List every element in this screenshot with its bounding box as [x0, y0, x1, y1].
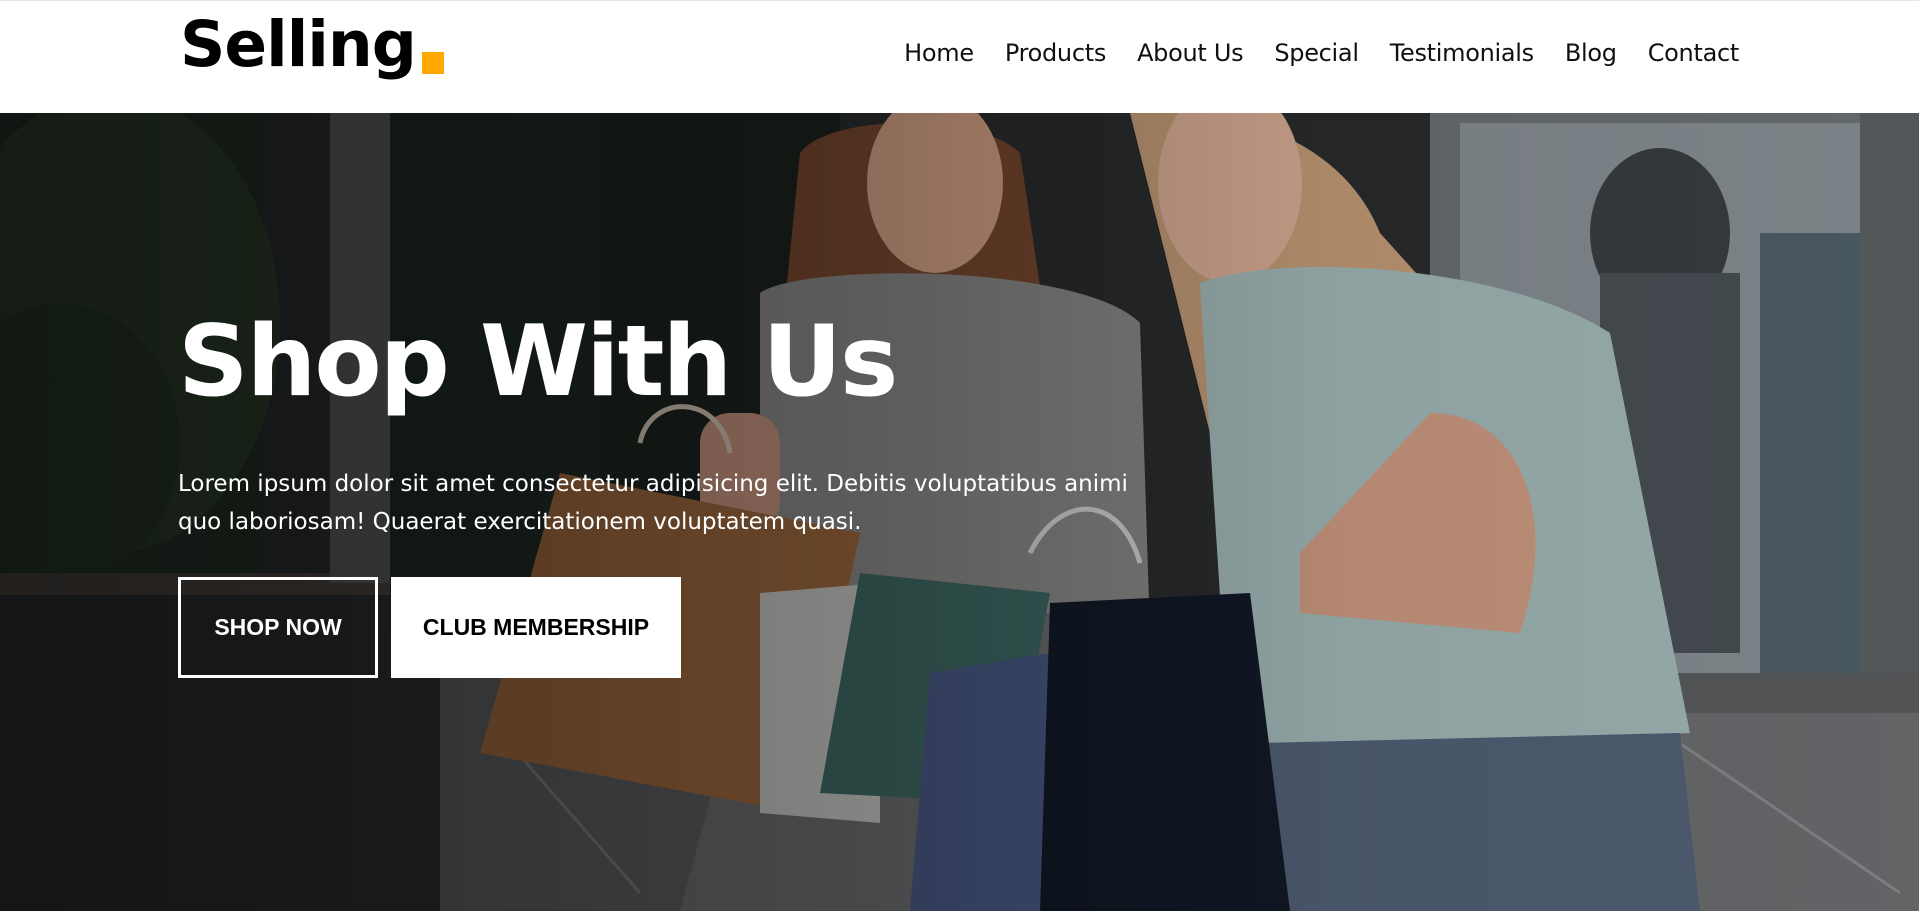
nav-products[interactable]: Products — [1005, 39, 1107, 67]
hero-title: Shop With Us — [178, 305, 898, 419]
brand-logo[interactable]: Selling — [180, 13, 444, 76]
main-nav: Home Products About Us Special Testimoni… — [904, 39, 1739, 67]
hero-section: Shop With Us Lorem ipsum dolor sit amet … — [0, 113, 1919, 911]
shop-now-button[interactable]: SHOP NOW — [178, 577, 378, 678]
hero-buttons: SHOP NOW CLUB MEMBERSHIP — [178, 577, 1158, 678]
hero-content: Shop With Us Lorem ipsum dolor sit amet … — [178, 313, 1158, 678]
nav-about-us[interactable]: About Us — [1137, 39, 1244, 67]
hero-subtitle: Lorem ipsum dolor sit amet consectetur a… — [178, 471, 1128, 535]
nav-contact[interactable]: Contact — [1648, 39, 1740, 67]
club-membership-button[interactable]: CLUB MEMBERSHIP — [391, 577, 681, 678]
brand-name: Selling — [180, 8, 417, 81]
nav-special[interactable]: Special — [1274, 39, 1359, 67]
site-header: Selling Home Products About Us Special T… — [0, 0, 1919, 113]
brand-accent-square — [421, 52, 444, 74]
nav-home[interactable]: Home — [904, 39, 974, 67]
nav-blog[interactable]: Blog — [1565, 39, 1617, 67]
nav-testimonials[interactable]: Testimonials — [1390, 39, 1534, 67]
